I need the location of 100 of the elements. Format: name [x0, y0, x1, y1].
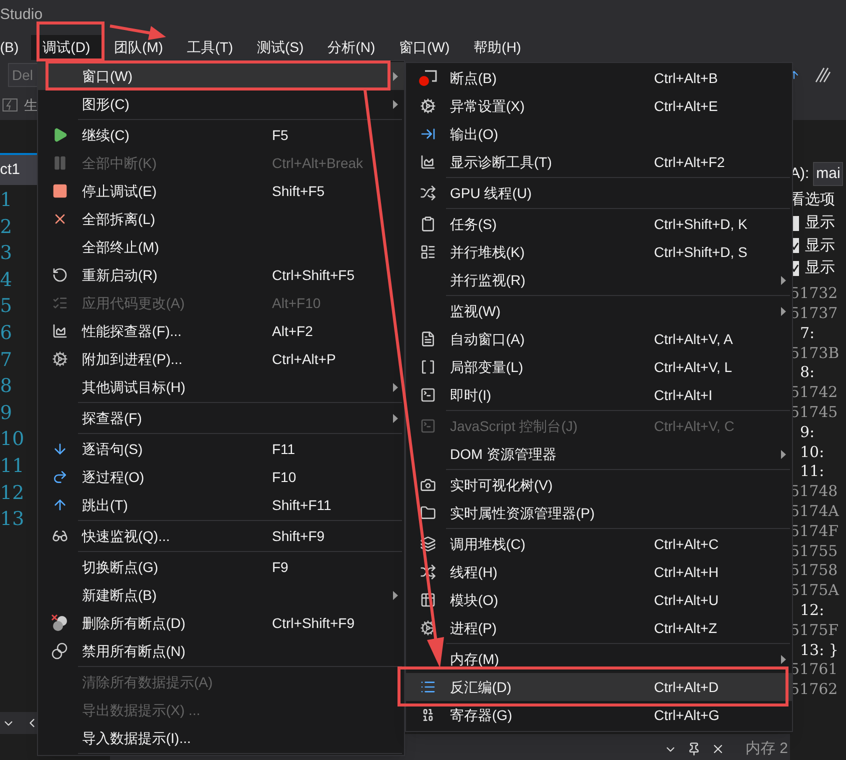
toolbar-label: 生: [24, 96, 38, 114]
menu-item[interactable]: 禁用所有断点(N): [38, 637, 404, 665]
console-icon: [420, 418, 436, 434]
address-field[interactable]: mai: [813, 162, 844, 186]
source-line-number: 11:: [799, 462, 826, 482]
line-number: 3: [0, 241, 12, 266]
hatched-icon[interactable]: [814, 66, 832, 84]
menu-item[interactable]: 逐过程(O) F10: [38, 463, 404, 491]
menu-item[interactable]: 任务(S) Ctrl+Shift+D, K: [406, 210, 792, 238]
menu-item[interactable]: 内存(M): [406, 645, 792, 673]
line-number: 9: [0, 400, 12, 426]
menu-item[interactable]: 断点(B) Ctrl+Alt+B: [406, 64, 792, 92]
menu-item[interactable]: 删除所有断点(D) Ctrl+Shift+F9: [38, 609, 404, 637]
chart-icon: [420, 154, 436, 170]
menu-item[interactable]: 显示诊断工具(T) Ctrl+Alt+F2: [406, 148, 792, 176]
menu-item[interactable]: 附加到进程(P)... Ctrl+Alt+P: [38, 345, 404, 373]
lightning-icon[interactable]: [2, 98, 18, 112]
source-line-number: 12:: [799, 600, 826, 620]
option-label: 显示: [805, 236, 835, 256]
menu-item[interactable]: 线程(H) Ctrl+Alt+H: [406, 558, 792, 586]
menu-bar-item[interactable]: 团队(M): [102, 35, 176, 60]
menu-item[interactable]: 重新启动(R) Ctrl+Shift+F5: [38, 261, 404, 289]
line-number: 8: [0, 374, 12, 400]
menu-bar-item[interactable]: 调试(D): [30, 35, 102, 60]
submenu-arrow-icon: [392, 414, 398, 422]
menu-item[interactable]: 异常设置(X) Ctrl+Alt+E: [406, 92, 792, 120]
menu-bar-item[interactable]: 帮助(H): [462, 35, 534, 60]
rings-icon: [51, 642, 69, 660]
menu-item[interactable]: 探查器(F): [38, 404, 404, 432]
source-line-number: 9:: [799, 422, 816, 442]
gears-icon: [52, 351, 68, 367]
play-icon: [52, 127, 68, 143]
menu-item[interactable]: 自动窗口(A) Ctrl+Alt+V, A: [406, 325, 792, 353]
code-address: 5173B: [790, 342, 840, 363]
step-out-icon: [52, 497, 68, 513]
menu-bar-item[interactable]: 测试(S): [245, 35, 316, 60]
source-line-number: 13: }: [799, 640, 840, 660]
panel-tab[interactable]: 内存 2: [745, 741, 788, 756]
menu-item[interactable]: DOM 资源管理器: [406, 440, 792, 468]
menu-item[interactable]: 跳出(T) Shift+F11: [38, 491, 404, 519]
option-label: 显示: [805, 213, 835, 233]
menu-item[interactable]: 实时可视化树(V): [406, 471, 792, 499]
pin-icon[interactable]: [687, 742, 702, 756]
menu-item[interactable]: GPU 线程(U): [406, 179, 792, 207]
menu-item[interactable]: 新建断点(B): [38, 581, 404, 609]
menu-item[interactable]: 全部拆离(L): [38, 205, 404, 233]
menu-item[interactable]: 并行监视(R): [406, 266, 792, 294]
clipboard-icon: [420, 216, 436, 232]
submenu-arrow-icon: [392, 590, 398, 600]
breakpoint-window-icon: [418, 69, 438, 87]
submenu-arrow-icon: [780, 306, 786, 316]
terminal-icon: [420, 387, 436, 403]
menu-item[interactable]: 即时(I) Ctrl+Alt+I: [406, 381, 792, 409]
step-over-icon: [52, 469, 68, 485]
source-line-number: 10:: [799, 442, 826, 462]
menu-bar-item[interactable]: 工具(T): [175, 35, 245, 60]
submenu-arrow-icon: [780, 654, 786, 664]
menu-item[interactable]: 实时属性资源管理器(P): [406, 499, 792, 527]
menu-item[interactable]: 进程(P) Ctrl+Alt+Z: [406, 614, 792, 642]
menu-bar-item[interactable]: (B): [0, 35, 31, 60]
window-title: Studio: [0, 5, 43, 25]
line-number: 7: [0, 348, 12, 373]
menu-item[interactable]: 图形(C): [38, 90, 404, 118]
gears-icon: [420, 620, 436, 636]
annotation-arrow: [110, 24, 166, 40]
menu-item[interactable]: 其他调试目标(H): [38, 373, 404, 401]
menu-item[interactable]: 切换断点(G) F9: [38, 553, 404, 581]
step-into-icon: [52, 441, 68, 457]
stack-icon: [420, 536, 436, 552]
line-number: 6: [0, 321, 12, 346]
line-number: 13: [0, 507, 24, 532]
menu-item[interactable]: 反汇编(D) Ctrl+Alt+D: [406, 673, 792, 701]
menu-item[interactable]: 局部变量(L) Ctrl+Alt+V, L: [406, 353, 792, 381]
line-number: 4: [0, 268, 12, 293]
menu-item[interactable]: 输出(O): [406, 120, 792, 148]
restart-icon: [52, 267, 68, 283]
menu-item[interactable]: 逐语句(S) F11: [38, 435, 404, 463]
menu-item[interactable]: 停止调试(E) Shift+F5: [38, 177, 404, 205]
menu-item[interactable]: 快速监视(Q)... Shift+F9: [38, 522, 404, 550]
line-number: 12: [0, 480, 24, 506]
list-check-icon: [52, 295, 68, 311]
submenu-arrow-icon: [780, 450, 786, 458]
menu-item[interactable]: 继续(C) F5: [38, 121, 404, 149]
menu-item[interactable]: 全部终止(M): [38, 233, 404, 261]
menu-item[interactable]: 调用堆栈(C) Ctrl+Alt+C: [406, 530, 792, 558]
submenu-arrow-icon: [392, 382, 398, 392]
menu-bar-item[interactable]: 分析(N): [316, 35, 388, 60]
menu-item[interactable]: 性能探查器(F)... Alt+F2: [38, 317, 404, 345]
menu-bar-item[interactable]: 窗口(W): [387, 35, 462, 60]
submenu-arrow-icon: [392, 72, 398, 80]
menu-item[interactable]: 监视(W): [406, 297, 792, 325]
line-number: 2: [0, 214, 12, 240]
source-line-number: 7:: [799, 323, 816, 343]
submenu-arrow-icon: [780, 276, 786, 284]
output-arrow-icon: [420, 126, 436, 142]
menu-item[interactable]: 导入数据提示(I)...: [38, 724, 404, 752]
menu-item[interactable]: 并行堆栈(K) Ctrl+Shift+D, S: [406, 238, 792, 266]
stop-icon: [52, 183, 68, 199]
menu-item[interactable]: 寄存器(G) Ctrl+Alt+G: [406, 701, 792, 729]
menu-item[interactable]: 模块(O) Ctrl+Alt+U: [406, 586, 792, 614]
